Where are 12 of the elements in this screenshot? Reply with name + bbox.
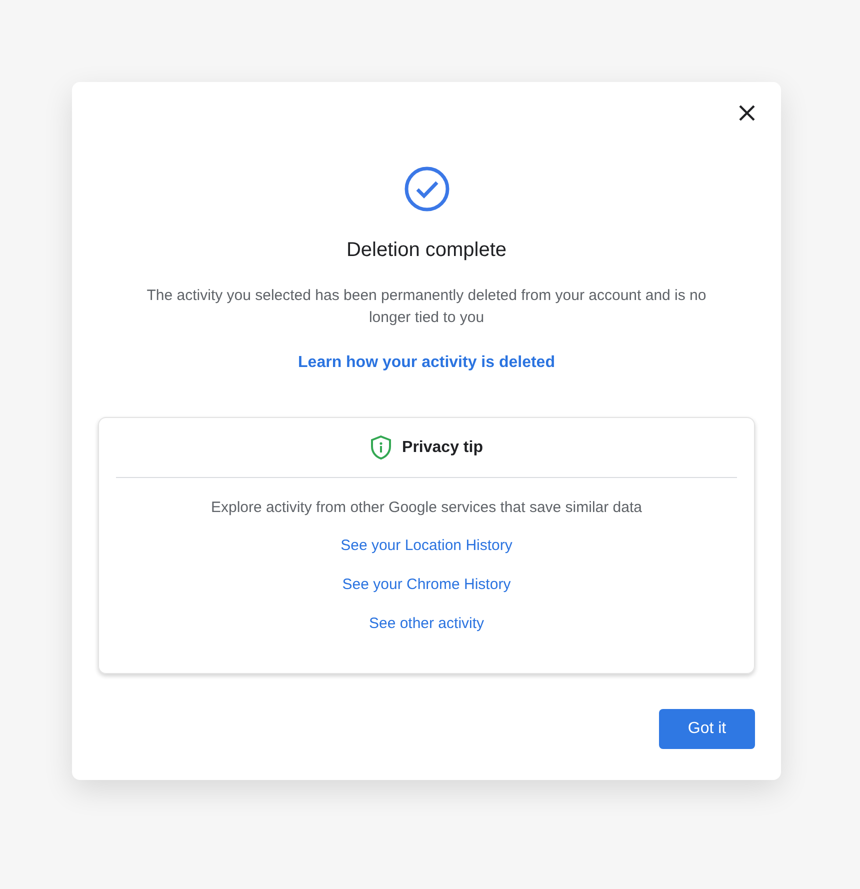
privacy-tip-title: Privacy tip	[402, 438, 483, 456]
dialog-message: The activity you selected has been permanently deleted from your account and is no longer tied to you	[146, 286, 708, 328]
activity-link[interactable]: See your Chrome History	[342, 576, 511, 593]
shield-icon	[370, 435, 392, 460]
check-circle-icon	[404, 166, 450, 212]
learn-link[interactable]: Learn how your activity is deleted	[298, 354, 555, 372]
got-it-button[interactable]: Got it	[659, 709, 755, 749]
activity-link[interactable]: See other activity	[368, 615, 484, 632]
close-icon[interactable]	[738, 104, 756, 122]
activity-link[interactable]: See your Location History	[340, 537, 512, 554]
dialog-title: Deletion complete	[346, 239, 507, 262]
privacy-tip-message: Explore activity from other Google services that save similar data	[210, 499, 642, 516]
